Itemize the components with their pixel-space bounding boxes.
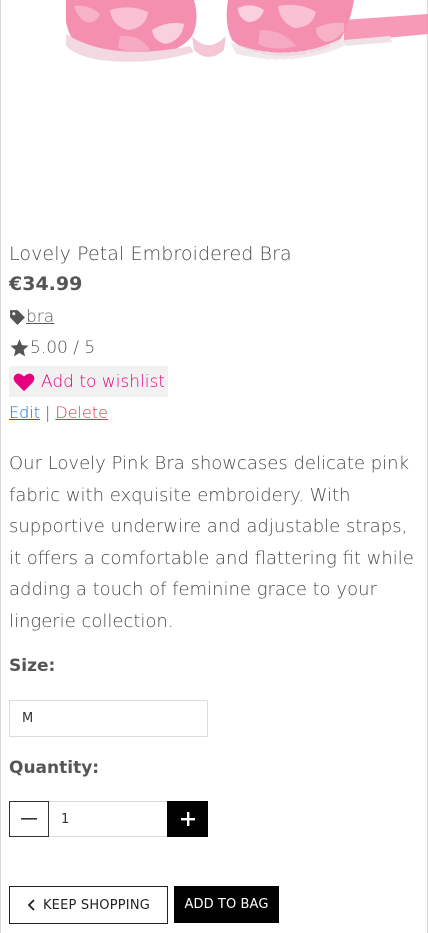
size-select[interactable]: M bbox=[9, 700, 208, 737]
product-description: Our Lovely Pink Bra showcases delicate p… bbox=[9, 453, 414, 632]
increment-button[interactable] bbox=[167, 801, 208, 837]
product-price: €34.99 bbox=[9, 273, 83, 295]
add-to-bag-button[interactable]: ADD TO BAG bbox=[174, 886, 279, 923]
add-to-wishlist-button[interactable]: Add to wishlist bbox=[9, 366, 168, 397]
wishlist-label: Add to wishlist bbox=[41, 371, 166, 392]
quantity-input[interactable]: 1 bbox=[49, 801, 167, 837]
keep-shopping-button[interactable]: KEEP SHOPPING bbox=[9, 886, 168, 924]
decrement-button[interactable] bbox=[9, 801, 49, 837]
plus-icon bbox=[180, 812, 195, 826]
quantity-stepper: 1 bbox=[9, 801, 208, 837]
star-icon bbox=[9, 338, 30, 358]
chevron-left-icon bbox=[27, 899, 35, 911]
quantity-label: Quantity: bbox=[9, 758, 100, 778]
heart-icon bbox=[13, 372, 35, 392]
minus-icon bbox=[21, 818, 37, 820]
tag-icon bbox=[9, 309, 26, 326]
keep-shopping-label: KEEP SHOPPING bbox=[42, 897, 151, 913]
category-tag: bra bbox=[9, 307, 54, 327]
rating-value: 5.00 / 5 bbox=[30, 338, 96, 358]
edit-link[interactable]: Edit bbox=[9, 403, 40, 422]
admin-separator: | bbox=[44, 403, 51, 422]
admin-actions: Edit | Delete bbox=[9, 403, 108, 422]
product-title: Lovely Petal Embroidered Bra bbox=[9, 243, 292, 265]
size-label: Size: bbox=[9, 656, 56, 676]
delete-link[interactable]: Delete bbox=[55, 403, 108, 422]
product-rating: 5.00 / 5 bbox=[9, 338, 95, 358]
category-link[interactable]: bra bbox=[26, 307, 54, 327]
product-image bbox=[0, 0, 428, 230]
